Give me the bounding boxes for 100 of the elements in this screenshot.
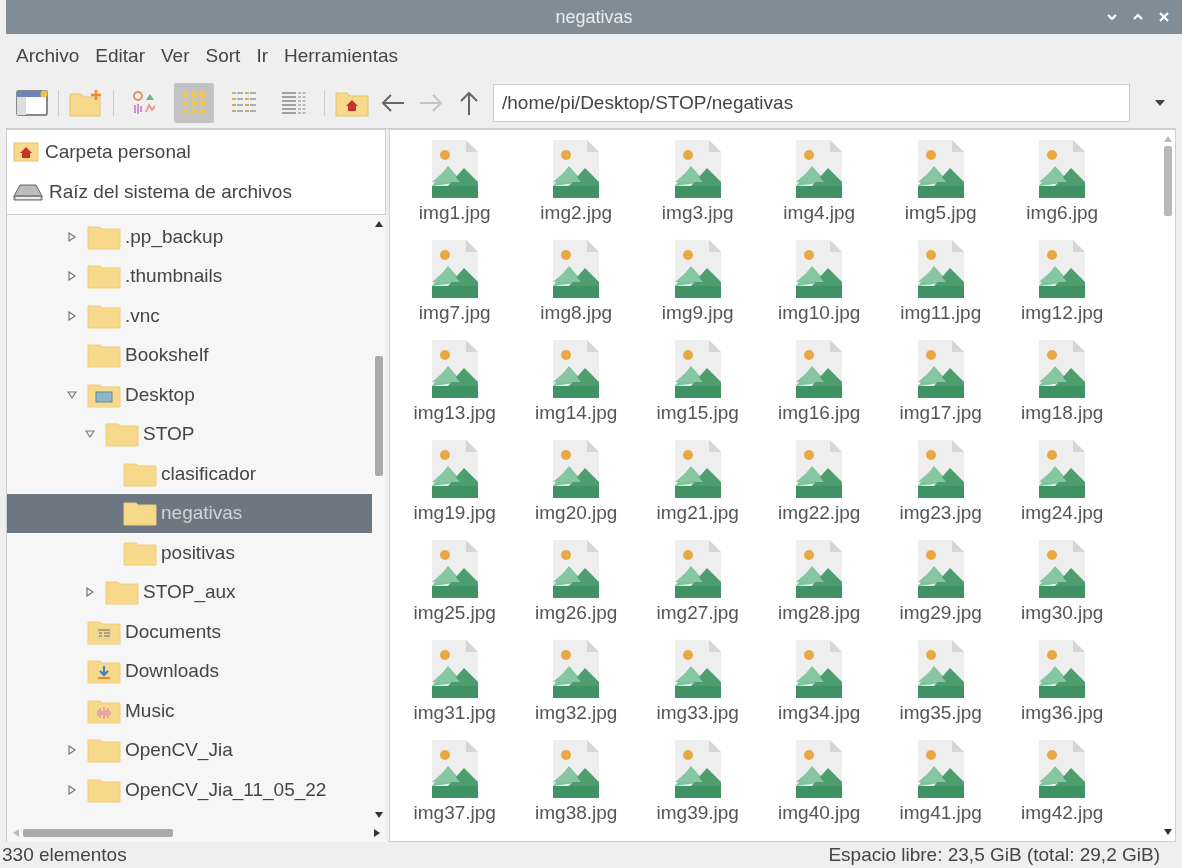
home-folder-icon[interactable] — [335, 89, 369, 117]
collapsed-arrow-icon[interactable] — [67, 745, 77, 756]
item-count: 330 elementos — [2, 844, 127, 866]
close-icon[interactable] — [1158, 11, 1170, 23]
expanded-arrow-icon[interactable] — [67, 389, 77, 400]
file-item[interactable]: img35.jpg — [880, 638, 1002, 738]
image-file-icon — [672, 638, 723, 700]
collapsed-arrow-icon[interactable] — [85, 587, 95, 598]
file-item[interactable]: img14.jpg — [515, 338, 637, 438]
file-item[interactable]: img31.jpg — [394, 638, 516, 738]
tree-item[interactable]: .pp_backup — [7, 217, 372, 257]
file-item[interactable]: img33.jpg — [637, 638, 759, 738]
maximize-icon[interactable] — [1132, 13, 1144, 21]
menu-item[interactable]: Herramientas — [284, 45, 399, 67]
file-item[interactable]: img29.jpg — [880, 538, 1002, 638]
file-item[interactable]: img15.jpg — [637, 338, 759, 438]
scroll-down-arrow-icon[interactable] — [1164, 829, 1172, 835]
folder-icon — [87, 737, 121, 764]
file-item[interactable]: img39.jpg — [637, 738, 759, 838]
file-item[interactable]: img13.jpg — [394, 338, 516, 438]
file-item[interactable]: img24.jpg — [1001, 438, 1123, 538]
folder-icon — [87, 342, 121, 369]
scrollbar[interactable] — [6, 824, 386, 842]
file-item[interactable]: img22.jpg — [758, 438, 880, 538]
scroll-thumb[interactable] — [375, 356, 383, 476]
file-item[interactable]: img32.jpg — [515, 638, 637, 738]
file-item[interactable]: img28.jpg — [758, 538, 880, 638]
file-item[interactable]: img10.jpg — [758, 238, 880, 338]
file-item[interactable]: img5.jpg — [880, 138, 1002, 238]
dropdown-arrow-icon[interactable] — [1154, 99, 1166, 107]
new-folder-icon[interactable] — [69, 89, 103, 117]
file-item[interactable]: img16.jpg — [758, 338, 880, 438]
image-file-icon — [429, 138, 480, 200]
file-item[interactable]: img1.jpg — [394, 138, 516, 238]
image-file-icon — [429, 738, 480, 800]
file-item[interactable]: img17.jpg — [880, 338, 1002, 438]
tree-item[interactable]: Music — [7, 691, 372, 731]
file-item[interactable]: img34.jpg — [758, 638, 880, 738]
tree-item[interactable]: OpenCV_Jia_11_05_22 — [7, 770, 372, 810]
new-window-icon[interactable] — [16, 89, 48, 117]
scroll-up-arrow-icon[interactable] — [375, 221, 383, 227]
tree-item[interactable]: clasificador — [7, 454, 372, 494]
path-field[interactable]: /home/pi/Desktop/STOP/negativas — [493, 84, 1130, 122]
tree-item[interactable]: OpenCV_Jia — [7, 730, 372, 770]
file-item[interactable]: img12.jpg — [1001, 238, 1123, 338]
file-item[interactable]: img25.jpg — [394, 538, 516, 638]
file-item[interactable]: img42.jpg — [1001, 738, 1123, 838]
menu-item[interactable]: Ir — [256, 45, 268, 67]
place-item[interactable]: Carpeta personal — [13, 135, 379, 169]
collapsed-arrow-icon[interactable] — [67, 784, 77, 795]
menu-item[interactable]: Ver — [161, 45, 190, 67]
file-item[interactable]: img8.jpg — [515, 238, 637, 338]
file-item[interactable]: img3.jpg — [637, 138, 759, 238]
file-item[interactable]: img20.jpg — [515, 438, 637, 538]
file-item[interactable]: img21.jpg — [637, 438, 759, 538]
image-file-icon — [1037, 638, 1088, 700]
tree-item[interactable]: Downloads — [7, 651, 372, 691]
file-item[interactable]: img38.jpg — [515, 738, 637, 838]
minimize-icon[interactable] — [1106, 13, 1118, 21]
collapsed-arrow-icon[interactable] — [67, 271, 77, 282]
file-item[interactable]: img27.jpg — [637, 538, 759, 638]
image-file-icon — [915, 438, 966, 500]
collapsed-arrow-icon[interactable] — [67, 310, 77, 321]
file-item[interactable]: img40.jpg — [758, 738, 880, 838]
place-item[interactable]: Raíz del sistema de archivos — [13, 175, 379, 209]
menu-item[interactable]: Archivo — [16, 45, 80, 67]
file-item[interactable]: img2.jpg — [515, 138, 637, 238]
file-item[interactable]: img9.jpg — [637, 238, 759, 338]
tree-item[interactable]: Desktop — [7, 375, 372, 415]
file-item[interactable]: img23.jpg — [880, 438, 1002, 538]
file-item[interactable]: img37.jpg — [394, 738, 516, 838]
menu-item[interactable]: Sort — [205, 45, 241, 67]
expanded-arrow-icon[interactable] — [85, 429, 95, 440]
file-item[interactable]: img19.jpg — [394, 438, 516, 538]
file-item[interactable]: img6.jpg — [1001, 138, 1123, 238]
tree-item[interactable]: STOP_aux — [7, 572, 372, 612]
tree-item[interactable]: Bookshelf — [7, 335, 372, 375]
file-item[interactable]: img41.jpg — [880, 738, 1002, 838]
file-item[interactable]: img7.jpg — [394, 238, 516, 338]
scroll-down-arrow-icon[interactable] — [375, 812, 383, 818]
scroll-thumb[interactable] — [1164, 146, 1172, 216]
file-item[interactable]: img11.jpg — [880, 238, 1002, 338]
scroll-right-arrow-icon[interactable] — [374, 829, 380, 837]
menu-item[interactable]: Editar — [95, 45, 145, 67]
scroll-thumb[interactable] — [23, 829, 173, 837]
file-item[interactable]: img36.jpg — [1001, 638, 1123, 738]
image-file-icon — [915, 138, 966, 200]
file-item[interactable]: img18.jpg — [1001, 338, 1123, 438]
image-file-icon — [429, 338, 480, 400]
folder-icon — [105, 579, 139, 606]
tree-item[interactable]: STOP — [7, 414, 372, 454]
tree-item[interactable]: .thumbnails — [7, 256, 372, 296]
tree-item[interactable]: .vnc — [7, 296, 372, 336]
file-item[interactable]: img4.jpg — [758, 138, 880, 238]
tree-item[interactable]: positivas — [7, 533, 372, 573]
collapsed-arrow-icon[interactable] — [67, 231, 77, 242]
tree-item[interactable]: Documents — [7, 612, 372, 652]
file-item[interactable]: img30.jpg — [1001, 538, 1123, 638]
file-item[interactable]: img26.jpg — [515, 538, 637, 638]
image-file-icon — [551, 338, 602, 400]
